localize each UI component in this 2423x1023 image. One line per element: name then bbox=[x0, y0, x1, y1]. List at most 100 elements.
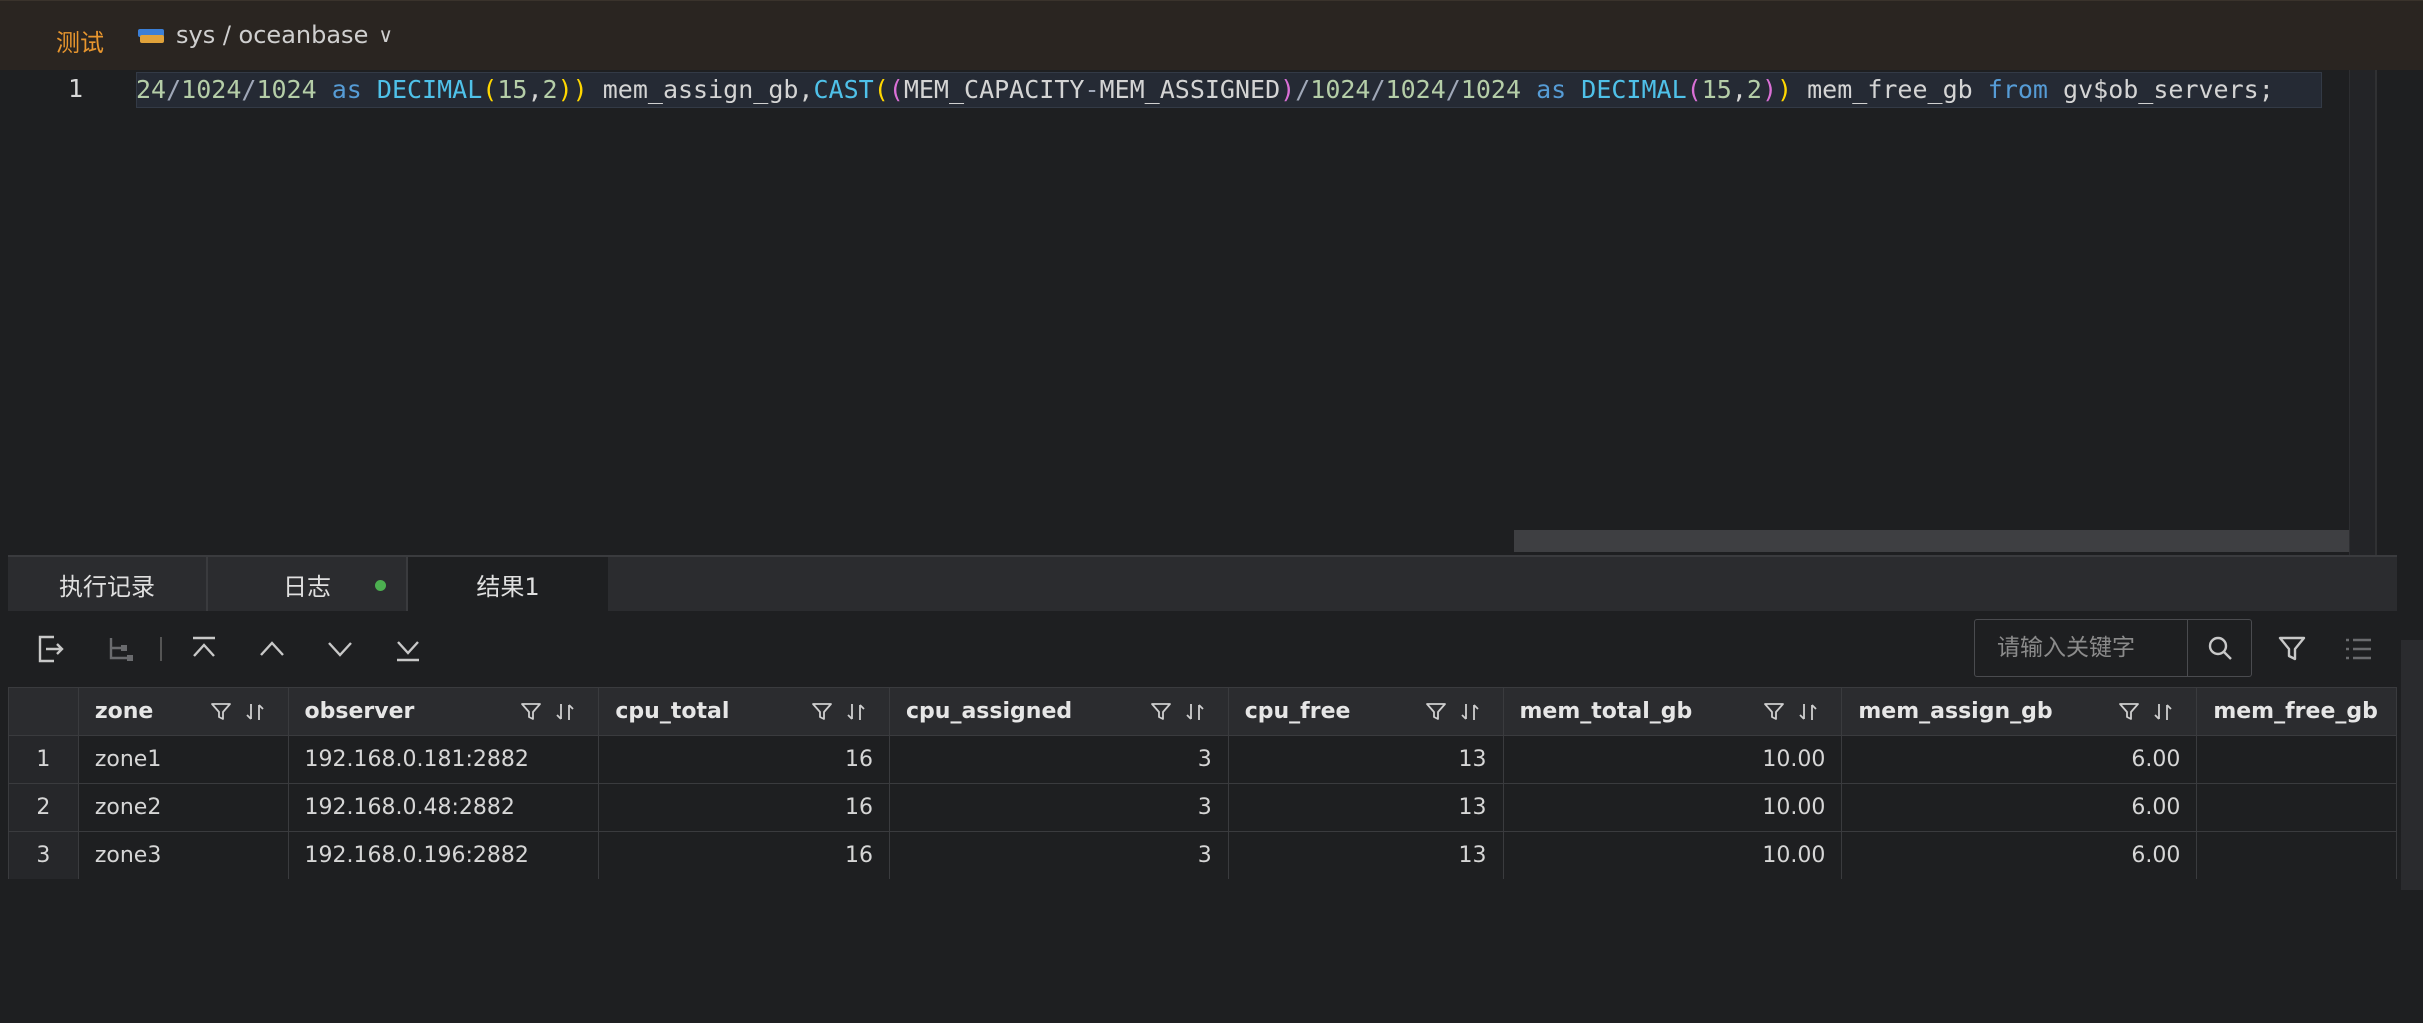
column-sort-icon bbox=[847, 704, 865, 720]
table-cell[interactable]: 16 bbox=[598, 831, 890, 879]
column-header-actions[interactable] bbox=[210, 701, 266, 723]
column-sort-icon bbox=[245, 704, 264, 720]
first-row-icon[interactable] bbox=[184, 629, 224, 669]
column-header-mem-assign-gb[interactable]: mem_assign_gb bbox=[1841, 687, 2198, 736]
column-settings-icon[interactable] bbox=[2338, 629, 2378, 669]
table-cell[interactable]: 6.00 bbox=[1841, 783, 2198, 832]
table-cell[interactable]: 3 bbox=[889, 783, 1229, 832]
column-filter-icon bbox=[2119, 703, 2140, 720]
horizontal-scrollbar[interactable] bbox=[1514, 530, 2380, 552]
table-cell[interactable] bbox=[2196, 831, 2397, 879]
table-cell[interactable]: 6.00 bbox=[1841, 735, 2198, 784]
column-header-label: mem_assign_gb bbox=[1858, 699, 2053, 724]
table-cell[interactable]: 10.00 bbox=[1502, 831, 1843, 879]
column-header-label: observer bbox=[304, 699, 415, 724]
connection-bar: 测试 sys / oceanbase ∨ bbox=[0, 0, 2423, 70]
table-cell[interactable]: zone3 bbox=[77, 831, 289, 879]
column-header-label: cpu_total bbox=[615, 699, 730, 724]
table-row[interactable]: 3 zone3 192.168.0.196:2882 16 3 13 10.00 6.00 bbox=[8, 831, 2397, 879]
column-sort-icon bbox=[556, 704, 575, 720]
connection-selector[interactable]: sys / oceanbase ∨ bbox=[138, 21, 393, 49]
table-cell[interactable]: zone2 bbox=[77, 783, 289, 832]
row-number: 1 bbox=[8, 735, 79, 784]
tab-label: 结果1 bbox=[476, 572, 540, 601]
column-header-cpu-total[interactable]: cpu_total bbox=[598, 687, 890, 736]
column-filter-icon bbox=[521, 703, 542, 720]
search-input[interactable] bbox=[1975, 620, 2187, 676]
table-row[interactable]: 2 zone2 192.168.0.48:2882 16 3 13 10.00 6.00 bbox=[8, 783, 2397, 832]
column-sort-icon bbox=[2154, 704, 2172, 720]
column-header-mem-free-gb[interactable]: mem_free_gb bbox=[2196, 687, 2397, 736]
column-header-mem-total-gb[interactable]: mem_total_gb bbox=[1502, 687, 1843, 736]
tab-log[interactable]: 日志 bbox=[208, 557, 408, 611]
search-box bbox=[1974, 619, 2252, 677]
filter-icon[interactable] bbox=[2272, 629, 2312, 669]
column-header-cpu-free[interactable]: cpu_free bbox=[1227, 687, 1504, 736]
page-scrollbar[interactable] bbox=[2401, 640, 2423, 890]
table-cell[interactable]: 192.168.0.48:2882 bbox=[287, 783, 600, 832]
result-toolbar bbox=[8, 611, 2397, 687]
connection-label: sys / oceanbase bbox=[176, 21, 369, 49]
table-cell[interactable]: 13 bbox=[1227, 783, 1504, 832]
search-icon bbox=[2208, 636, 2232, 660]
search-button[interactable] bbox=[2187, 620, 2251, 676]
table-cell[interactable]: 13 bbox=[1227, 735, 1504, 784]
column-header-label: cpu_assigned bbox=[906, 699, 1073, 724]
table-cell[interactable] bbox=[2196, 735, 2397, 784]
table-cell[interactable]: 3 bbox=[889, 735, 1229, 784]
export-icon[interactable] bbox=[30, 629, 70, 669]
result-grid: zone observer cpu_total cpu_assigned cpu_fre… bbox=[8, 687, 2397, 879]
table-cell[interactable]: 10.00 bbox=[1502, 735, 1843, 784]
column-header-label: zone bbox=[94, 699, 154, 724]
column-header-actions[interactable] bbox=[1425, 701, 1481, 723]
line-number: 1 bbox=[68, 74, 84, 103]
previous-row-icon[interactable] bbox=[252, 629, 292, 669]
sql-code-line[interactable]: 24/1024/1024 as DECIMAL(15,2)) mem_assig… bbox=[136, 74, 2322, 106]
column-filter-icon bbox=[812, 703, 832, 720]
column-header-actions[interactable] bbox=[2118, 701, 2174, 723]
row-number: 2 bbox=[8, 783, 79, 832]
column-header-label: mem_free_gb bbox=[2213, 699, 2378, 724]
column-sort-icon bbox=[1460, 704, 1479, 720]
environment-tag[interactable]: 测试 bbox=[56, 23, 104, 58]
column-header-label: cpu_free bbox=[1244, 699, 1351, 724]
row-number: 3 bbox=[8, 831, 79, 879]
table-cell[interactable]: 6.00 bbox=[1841, 831, 2198, 879]
table-cell[interactable]: zone1 bbox=[77, 735, 289, 784]
table-cell[interactable]: 3 bbox=[889, 831, 1229, 879]
table-cell[interactable]: 16 bbox=[598, 735, 890, 784]
sql-editor[interactable]: 1 24/1024/1024 as DECIMAL(15,2)) mem_ass… bbox=[8, 70, 2423, 555]
column-header-cpu-assigned[interactable]: cpu_assigned bbox=[889, 687, 1229, 736]
column-sort-icon bbox=[1186, 704, 1204, 720]
next-row-icon[interactable] bbox=[320, 629, 360, 669]
status-dot bbox=[375, 580, 386, 591]
tab-label: 执行记录 bbox=[59, 572, 155, 601]
column-filter-icon bbox=[1425, 703, 1446, 720]
column-header-actions[interactable] bbox=[1763, 701, 1819, 723]
tab-result-1[interactable]: 结果1 bbox=[408, 557, 608, 611]
table-cell[interactable]: 16 bbox=[598, 783, 890, 832]
column-header-actions[interactable] bbox=[520, 701, 576, 723]
table-cell[interactable]: 13 bbox=[1227, 831, 1504, 879]
database-icon bbox=[138, 25, 166, 45]
column-filter-icon bbox=[1764, 703, 1785, 720]
editor-right-gutter bbox=[2375, 70, 2423, 555]
column-header-zone[interactable]: zone bbox=[77, 687, 289, 736]
column-header-actions[interactable] bbox=[1150, 701, 1206, 723]
table-cell[interactable]: 10.00 bbox=[1502, 783, 1843, 832]
table-cell[interactable]: 192.168.0.181:2882 bbox=[287, 735, 600, 784]
result-tabs: 执行记录 日志 结果1 bbox=[8, 555, 2397, 611]
table-row[interactable]: 1 zone1 192.168.0.181:2882 16 3 13 10.00 6.00 bbox=[8, 735, 2397, 784]
column-filter-icon bbox=[210, 703, 231, 720]
vertical-scrollbar[interactable] bbox=[2349, 70, 2375, 555]
last-row-icon[interactable] bbox=[388, 629, 428, 669]
table-cell[interactable] bbox=[2196, 783, 2397, 832]
column-header-actions[interactable] bbox=[811, 701, 867, 723]
row-number-header bbox=[8, 687, 79, 736]
column-header-observer[interactable]: observer bbox=[287, 687, 600, 736]
tab-history[interactable]: 执行记录 bbox=[8, 557, 208, 611]
tree-view-icon[interactable] bbox=[100, 629, 140, 669]
table-cell[interactable]: 192.168.0.196:2882 bbox=[287, 831, 600, 879]
toolbar-divider bbox=[160, 637, 162, 661]
column-header-label: mem_total_gb bbox=[1519, 699, 1693, 724]
